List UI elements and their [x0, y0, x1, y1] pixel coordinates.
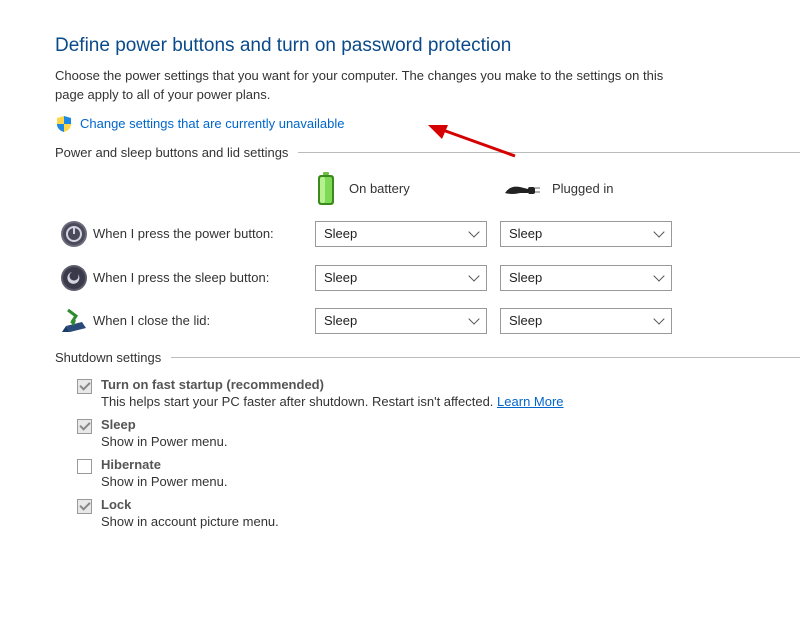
shield-icon — [55, 115, 73, 133]
battery-icon — [315, 172, 337, 206]
column-headers: On battery Plugged in — [55, 172, 800, 206]
power-button-battery-select[interactable]: Sleep — [315, 221, 487, 247]
row-power-button: When I press the power button: Sleep Sle… — [55, 220, 800, 248]
row-close-lid-label: When I close the lid: — [93, 313, 315, 328]
hibernate-option-label: Hibernate — [101, 457, 227, 472]
page-title: Define power buttons and turn on passwor… — [55, 35, 800, 57]
sleep-option-row: Sleep Show in Power menu. — [77, 417, 800, 449]
section-power-lid-label: Power and sleep buttons and lid settings — [55, 145, 288, 160]
lid-plugged-select[interactable]: Sleep — [500, 308, 672, 334]
sleep-option-desc: Show in Power menu. — [101, 434, 227, 449]
power-button-plugged-select[interactable]: Sleep — [500, 221, 672, 247]
fast-startup-checkbox[interactable] — [77, 379, 92, 394]
chevron-down-icon — [653, 271, 664, 282]
fast-startup-desc: This helps start your PC faster after sh… — [101, 394, 564, 409]
section-shutdown-label: Shutdown settings — [55, 350, 161, 365]
row-sleep-button-label: When I press the sleep button: — [93, 270, 315, 285]
chevron-down-icon — [468, 271, 479, 282]
sleep-option-label: Sleep — [101, 417, 227, 432]
fast-startup-row: Turn on fast startup (recommended) This … — [77, 377, 800, 409]
section-shutdown: Shutdown settings — [55, 350, 800, 365]
section-power-lid: Power and sleep buttons and lid settings — [55, 145, 800, 160]
power-button-icon — [60, 220, 88, 248]
chevron-down-icon — [468, 227, 479, 238]
sleep-button-plugged-select[interactable]: Sleep — [500, 265, 672, 291]
hibernate-checkbox[interactable] — [77, 459, 92, 474]
row-close-lid: When I close the lid: Sleep Sleep — [55, 308, 800, 334]
change-settings-row: Change settings that are currently unava… — [55, 115, 800, 133]
lock-option-label: Lock — [101, 497, 279, 512]
divider — [171, 357, 800, 358]
column-plugged: Plugged in — [500, 179, 685, 199]
hibernate-option-desc: Show in Power menu. — [101, 474, 227, 489]
sleep-button-icon — [60, 264, 88, 292]
chevron-down-icon — [653, 314, 664, 325]
page-subtitle: Choose the power settings that you want … — [55, 67, 695, 105]
hibernate-option-row: Hibernate Show in Power menu. — [77, 457, 800, 489]
sleep-button-battery-select[interactable]: Sleep — [315, 265, 487, 291]
column-battery-label: On battery — [349, 181, 410, 196]
lock-option-desc: Show in account picture menu. — [101, 514, 279, 529]
chevron-down-icon — [653, 227, 664, 238]
divider — [298, 152, 800, 153]
chevron-down-icon — [468, 314, 479, 325]
change-settings-link[interactable]: Change settings that are currently unava… — [80, 116, 345, 131]
row-power-button-label: When I press the power button: — [93, 226, 315, 241]
learn-more-link[interactable]: Learn More — [497, 394, 563, 409]
plug-icon — [500, 179, 540, 199]
lock-option-row: Lock Show in account picture menu. — [77, 497, 800, 529]
lock-checkbox[interactable] — [77, 499, 92, 514]
laptop-lid-icon — [58, 308, 90, 334]
column-battery: On battery — [315, 172, 500, 206]
row-sleep-button: When I press the sleep button: Sleep Sle… — [55, 264, 800, 292]
lid-battery-select[interactable]: Sleep — [315, 308, 487, 334]
sleep-checkbox[interactable] — [77, 419, 92, 434]
column-plugged-label: Plugged in — [552, 181, 613, 196]
fast-startup-label: Turn on fast startup (recommended) — [101, 377, 564, 392]
